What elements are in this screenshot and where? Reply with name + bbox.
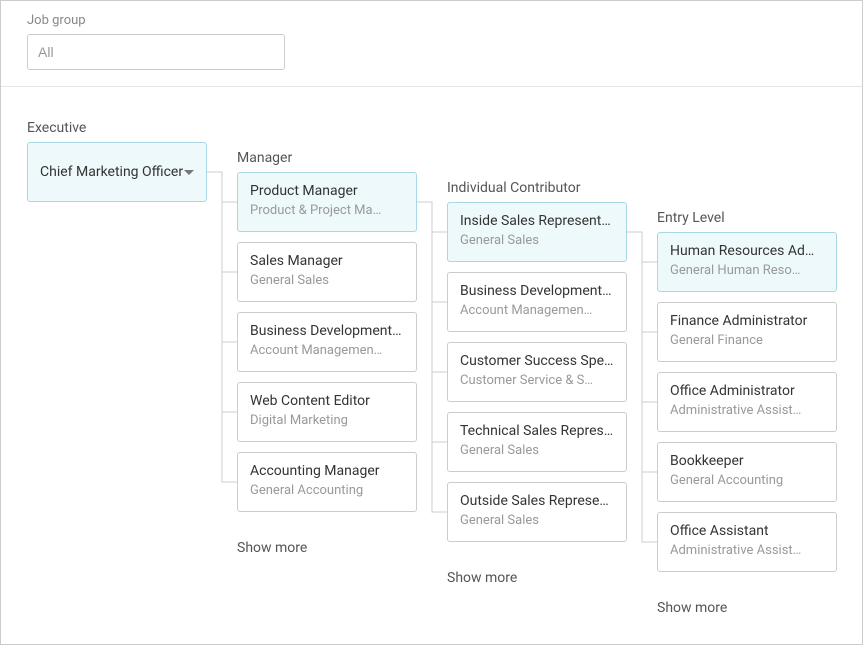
individual-node-inside-sales[interactable]: Inside Sales Representat… General Sales xyxy=(447,202,627,262)
node-title: Bookkeeper xyxy=(670,453,824,469)
node-title: Sales Manager xyxy=(250,253,404,269)
manager-node-web-content-editor[interactable]: Web Content Editor Digital Marketing xyxy=(237,382,417,442)
entry-node-office-assistant[interactable]: Office Assistant Administrative Assist… xyxy=(657,512,837,572)
app-frame: Job group Executive Manager Individual C… xyxy=(0,0,863,645)
node-subtitle: Product & Project Ma… xyxy=(250,203,404,218)
node-subtitle: General Accounting xyxy=(250,483,404,498)
node-subtitle: General Sales xyxy=(250,273,404,288)
caret-down-icon xyxy=(184,170,194,175)
node-subtitle: Administrative Assist… xyxy=(670,403,824,418)
column-title-individual: Individual Contributor xyxy=(447,180,580,196)
node-title: Technical Sales Represe… xyxy=(460,423,614,439)
node-title: Web Content Editor xyxy=(250,393,404,409)
node-title: Office Administrator xyxy=(670,383,824,399)
executive-node-dropdown[interactable]: Chief Marketing Officer xyxy=(27,142,207,202)
node-title: Outside Sales Represent… xyxy=(460,493,614,509)
node-subtitle: General Finance xyxy=(670,333,824,348)
node-subtitle: Account Managemen… xyxy=(250,343,404,358)
individual-node-business-development[interactable]: Business Development R… Account Manageme… xyxy=(447,272,627,332)
node-subtitle: Digital Marketing xyxy=(250,413,404,428)
entry-node-finance-admin[interactable]: Finance Administrator General Finance xyxy=(657,302,837,362)
node-subtitle: General Sales xyxy=(460,513,614,528)
node-subtitle: Customer Service & S… xyxy=(460,373,614,388)
job-group-input[interactable] xyxy=(27,34,285,70)
node-title: Business Development R… xyxy=(460,283,614,299)
node-subtitle: Administrative Assist… xyxy=(670,543,824,558)
executive-node-label: Chief Marketing Officer xyxy=(40,164,184,180)
show-more-individual[interactable]: Show more xyxy=(447,570,517,586)
column-title-manager: Manager xyxy=(237,150,292,166)
node-title: Inside Sales Representat… xyxy=(460,213,614,229)
individual-node-technical-sales[interactable]: Technical Sales Represe… General Sales xyxy=(447,412,627,472)
node-title: Accounting Manager xyxy=(250,463,404,479)
entry-node-hr-admin[interactable]: Human Resources Admi… General Human Reso… xyxy=(657,232,837,292)
node-subtitle: General Human Reso… xyxy=(670,263,824,278)
node-subtitle: General Sales xyxy=(460,233,614,248)
node-title: Business Development … xyxy=(250,323,404,339)
node-title: Customer Success Speci… xyxy=(460,353,614,369)
manager-node-accounting-manager[interactable]: Accounting Manager General Accounting xyxy=(237,452,417,512)
show-more-entry[interactable]: Show more xyxy=(657,600,727,616)
individual-node-outside-sales[interactable]: Outside Sales Represent… General Sales xyxy=(447,482,627,542)
individual-node-customer-success[interactable]: Customer Success Speci… Customer Service… xyxy=(447,342,627,402)
column-title-executive: Executive xyxy=(27,120,86,136)
node-title: Product Manager xyxy=(250,183,404,199)
job-group-label: Job group xyxy=(27,13,836,28)
node-title: Human Resources Admi… xyxy=(670,243,824,259)
node-title: Finance Administrator xyxy=(670,313,824,329)
entry-node-office-admin[interactable]: Office Administrator Administrative Assi… xyxy=(657,372,837,432)
career-path-canvas: Executive Manager Individual Contributor… xyxy=(1,87,862,635)
entry-node-bookkeeper[interactable]: Bookkeeper General Accounting xyxy=(657,442,837,502)
filter-bar: Job group xyxy=(1,1,862,87)
show-more-manager[interactable]: Show more xyxy=(237,540,307,556)
node-subtitle: Account Managemen… xyxy=(460,303,614,318)
node-title: Office Assistant xyxy=(670,523,824,539)
manager-node-product-manager[interactable]: Product Manager Product & Project Ma… xyxy=(237,172,417,232)
manager-node-sales-manager[interactable]: Sales Manager General Sales xyxy=(237,242,417,302)
column-title-entry: Entry Level xyxy=(657,210,725,226)
manager-node-business-development[interactable]: Business Development … Account Managemen… xyxy=(237,312,417,372)
node-subtitle: General Accounting xyxy=(670,473,824,488)
node-subtitle: General Sales xyxy=(460,443,614,458)
